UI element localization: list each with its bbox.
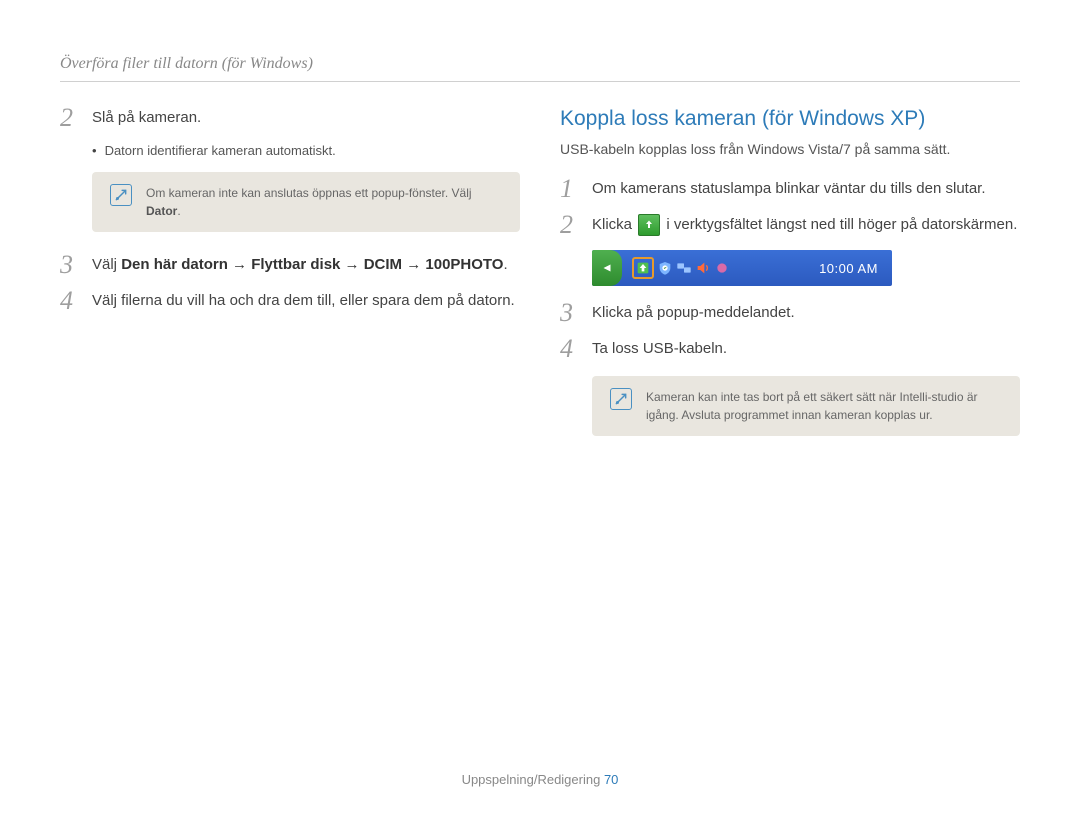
windows-taskbar: 10:00 AM bbox=[592, 250, 892, 286]
start-button bbox=[592, 250, 622, 286]
step-number: 4 bbox=[60, 288, 80, 314]
step-r3: 3 Klicka på popup-meddelandet. bbox=[560, 302, 1020, 326]
safely-remove-icon bbox=[638, 214, 660, 236]
misc-tray-icon bbox=[714, 260, 730, 276]
step-r4: 4 Ta loss USB-kabeln. bbox=[560, 338, 1020, 362]
section-subtext: USB-kabeln kopplas loss från Windows Vis… bbox=[560, 139, 1020, 160]
step-text: Slå på kameran. bbox=[92, 107, 520, 130]
note-icon bbox=[610, 388, 632, 410]
note-text: Kameran kan inte tas bort på ett säkert … bbox=[646, 388, 1002, 424]
section-heading: Koppla loss kameran (för Windows XP) bbox=[560, 107, 1020, 131]
note-box-right: Kameran kan inte tas bort på ett säkert … bbox=[592, 376, 1020, 436]
step-text: Klicka på popup-meddelandet. bbox=[592, 302, 1020, 325]
page-header: Överföra filer till datorn (för Windows) bbox=[60, 55, 1020, 82]
content-columns: 2 Slå på kameran. Datorn identifierar ka… bbox=[60, 107, 1020, 458]
page-footer: Uppspelning/Redigering 70 bbox=[0, 772, 1080, 787]
tray-highlight bbox=[632, 257, 654, 279]
step-text: Ta loss USB-kabeln. bbox=[592, 338, 1020, 361]
page-number: 70 bbox=[604, 772, 618, 787]
system-tray bbox=[626, 252, 736, 284]
volume-tray-icon bbox=[695, 260, 711, 276]
step-number: 3 bbox=[560, 300, 580, 326]
step-3: 3 Välj Den här datorn → Flyttbar disk → … bbox=[60, 254, 520, 278]
shield-tray-icon bbox=[657, 260, 673, 276]
footer-section: Uppspelning/Redigering bbox=[462, 772, 601, 787]
step-r1: 1 Om kamerans statuslampa blinkar väntar… bbox=[560, 178, 1020, 202]
step-text: Välj Den här datorn → Flyttbar disk → DC… bbox=[92, 254, 520, 277]
step-r2: 2 Klicka i verktygsfältet längst ned til… bbox=[560, 214, 1020, 238]
step-number: 3 bbox=[60, 252, 80, 278]
step-text: Om kamerans statuslampa blinkar väntar d… bbox=[592, 178, 1020, 201]
step-number: 2 bbox=[560, 212, 580, 238]
taskbar-clock: 10:00 AM bbox=[805, 261, 892, 276]
step-number: 4 bbox=[560, 336, 580, 362]
step-number: 1 bbox=[560, 176, 580, 202]
left-column: 2 Slå på kameran. Datorn identifierar ka… bbox=[60, 107, 520, 458]
safely-remove-tray-icon bbox=[635, 260, 651, 276]
note-box-left: Om kameran inte kan anslutas öppnas ett … bbox=[92, 172, 520, 232]
step-text: Klicka i verktygsfältet längst ned till … bbox=[592, 214, 1020, 237]
step-text: Välj filerna du vill ha och dra dem till… bbox=[92, 290, 520, 313]
step-2: 2 Slå på kameran. bbox=[60, 107, 520, 131]
breadcrumb-text: Överföra filer till datorn (för Windows) bbox=[60, 55, 313, 72]
step-number: 2 bbox=[60, 105, 80, 131]
step-4: 4 Välj filerna du vill ha och dra dem ti… bbox=[60, 290, 520, 314]
right-column: Koppla loss kameran (för Windows XP) USB… bbox=[560, 107, 1020, 458]
note-icon bbox=[110, 184, 132, 206]
network-tray-icon bbox=[676, 260, 692, 276]
note-text: Om kameran inte kan anslutas öppnas ett … bbox=[146, 184, 502, 220]
step-2-bullet: Datorn identifierar kameran automatiskt. bbox=[92, 143, 520, 158]
